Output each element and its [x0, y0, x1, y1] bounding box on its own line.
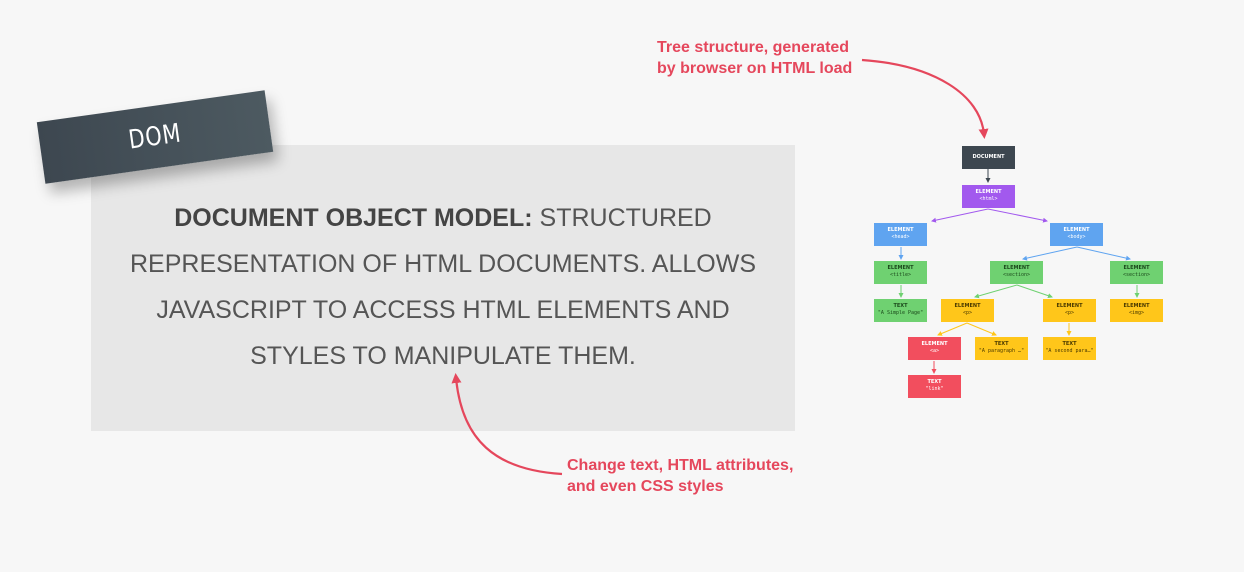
node-title: TEXT: [1062, 341, 1077, 347]
node-code: "A Simple Page": [877, 310, 924, 316]
node-code: "A second para…": [1045, 348, 1094, 354]
node-title: ELEMENT: [887, 227, 914, 233]
tree-node-head: ELEMENT <head>: [874, 223, 927, 246]
tree-node-title-text: TEXT "A Simple Page": [874, 299, 927, 322]
node-title: TEXT: [994, 341, 1009, 347]
node-title: ELEMENT: [887, 265, 914, 271]
node-title: TEXT: [893, 303, 908, 309]
node-title: ELEMENT: [975, 189, 1002, 195]
node-title: ELEMENT: [1056, 303, 1083, 309]
tree-node-body: ELEMENT <body>: [1050, 223, 1103, 246]
connector-body-section1: [1022, 246, 1078, 261]
tree-node-section-2: ELEMENT <section>: [1110, 261, 1163, 284]
node-code: <section>: [1002, 272, 1031, 278]
annotation-bottom-arrow: [451, 373, 563, 476]
node-title: ELEMENT: [1063, 227, 1090, 233]
tree-node-section-1: ELEMENT <section>: [990, 261, 1043, 284]
node-title: ELEMENT: [1003, 265, 1030, 271]
connector-body-section2: [1076, 246, 1131, 261]
tree-node-title: ELEMENT <title>: [874, 261, 927, 284]
tree-node-p1-text: TEXT "A paragraph …": [975, 337, 1028, 360]
tree-node-a: ELEMENT <a>: [908, 337, 961, 360]
connector-layer: [451, 58, 1140, 476]
connector-p1-a: [937, 322, 968, 336]
node-code: <html>: [979, 196, 998, 202]
tree-node-p-1: ELEMENT <p>: [941, 299, 994, 322]
tree-node-p-2: ELEMENT <p>: [1043, 299, 1096, 322]
connector-section1-p1: [974, 284, 1018, 299]
annotation-top-arrow: [861, 58, 989, 139]
connector-html-body: [987, 208, 1048, 223]
node-code: <body>: [1067, 234, 1086, 240]
node-title: ELEMENT: [1123, 303, 1150, 309]
node-code: <img>: [1128, 310, 1145, 316]
connector-section1-p2: [1016, 284, 1053, 299]
node-title: ELEMENT: [954, 303, 981, 309]
node-code: <a>: [929, 348, 940, 354]
tree-node-document: DOCUMENT: [962, 146, 1015, 169]
connector-p1-text: [966, 322, 997, 336]
node-title: ELEMENT: [921, 341, 948, 347]
node-code: <section>: [1122, 272, 1151, 278]
node-code: <title>: [889, 272, 912, 278]
tree-node-html: ELEMENT <html>: [962, 185, 1015, 208]
node-code: <head>: [891, 234, 910, 240]
node-code: <p>: [962, 310, 973, 316]
node-code: "link": [925, 386, 944, 392]
node-title: DOCUMENT: [972, 154, 1005, 160]
tree-node-img: ELEMENT <img>: [1110, 299, 1163, 322]
node-code: <p>: [1064, 310, 1075, 316]
connector-html-head: [931, 208, 989, 223]
tree-node-p2-text: TEXT "A second para…": [1043, 337, 1096, 360]
node-code: "A paragraph …": [978, 348, 1025, 354]
node-title: TEXT: [927, 379, 942, 385]
tree-node-a-text: TEXT "link": [908, 375, 961, 398]
node-title: ELEMENT: [1123, 265, 1150, 271]
